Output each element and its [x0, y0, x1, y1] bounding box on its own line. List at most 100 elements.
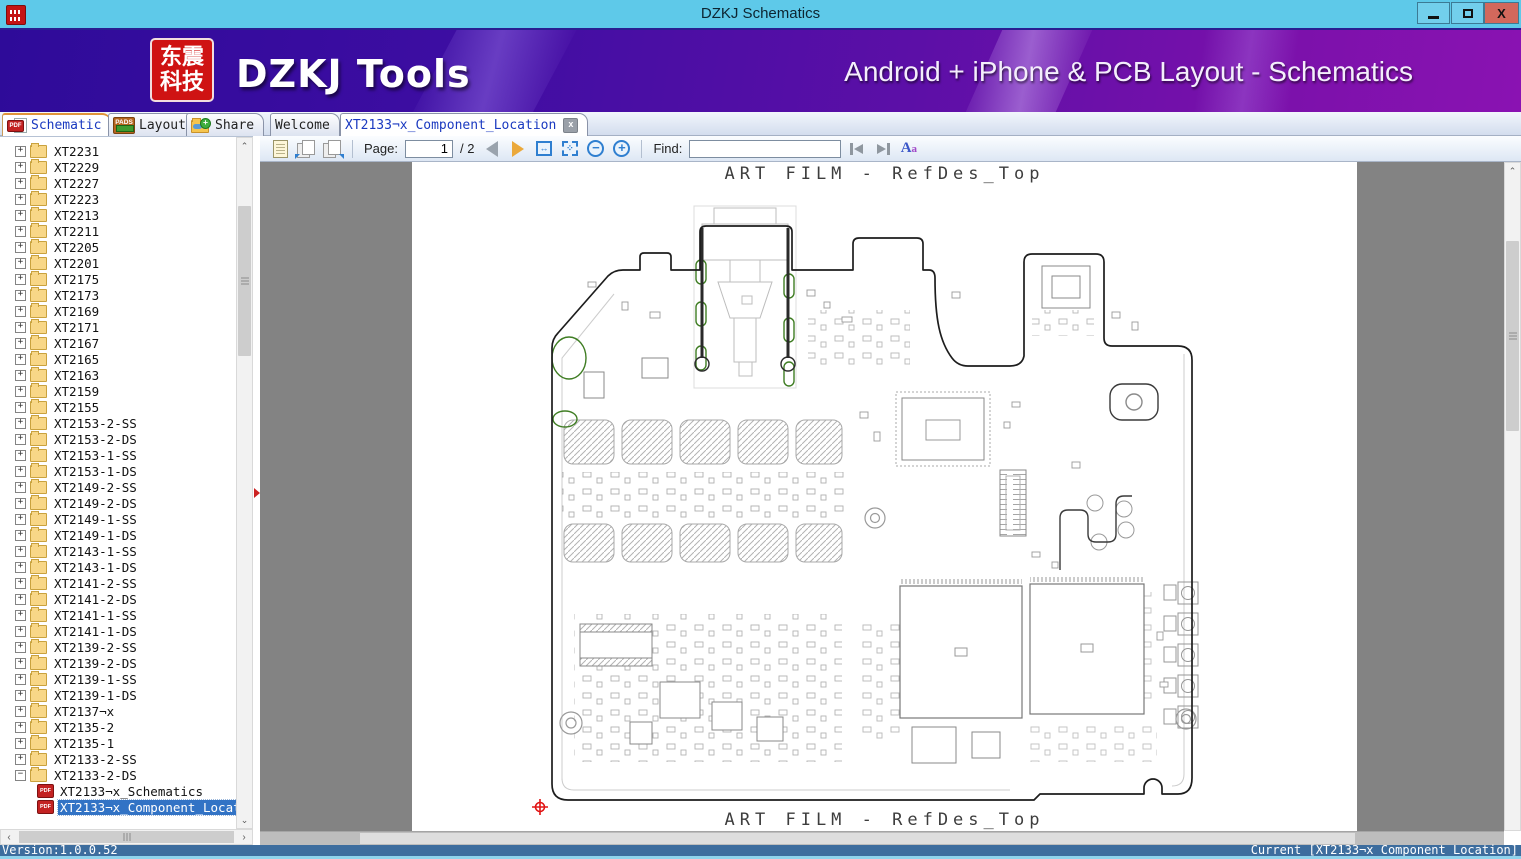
- expand-icon[interactable]: +: [15, 673, 26, 685]
- expand-icon[interactable]: +: [15, 401, 26, 413]
- tree-item-label[interactable]: XT2133¬x_Schematics: [58, 784, 205, 799]
- tree-item-label[interactable]: XT2159: [52, 384, 101, 399]
- tree-item-XT2173[interactable]: + XT2173: [0, 286, 236, 303]
- tree-item-label[interactable]: XT2153-1-DS: [52, 464, 139, 479]
- tree-item-XT2143-1-SS[interactable]: + XT2143-1-SS: [0, 542, 236, 559]
- tree-item-XT2149-2-SS[interactable]: + XT2149-2-SS: [0, 478, 236, 495]
- expand-icon[interactable]: +: [15, 705, 26, 717]
- expand-icon[interactable]: +: [15, 545, 26, 557]
- tree-item-XT2159[interactable]: + XT2159: [0, 382, 236, 399]
- zoom-in-button[interactable]: +: [611, 138, 632, 159]
- expand-icon[interactable]: +: [15, 609, 26, 621]
- tab-layout[interactable]: PADS Layout: [108, 113, 196, 136]
- zoom-out-button[interactable]: −: [585, 138, 606, 159]
- expand-icon[interactable]: +: [15, 593, 26, 605]
- tree-item-XT2135-1[interactable]: + XT2135-1: [0, 734, 236, 751]
- tree-item-label[interactable]: XT2165: [52, 352, 101, 367]
- expand-icon[interactable]: +: [15, 273, 26, 285]
- tree-item-label[interactable]: XT2143-1-DS: [52, 560, 139, 575]
- tree-item-label[interactable]: XT2153-2-SS: [52, 416, 139, 431]
- tree-item-XT2143-1-DS[interactable]: + XT2143-1-DS: [0, 558, 236, 575]
- tree-item-XT2139-2-SS[interactable]: + XT2139-2-SS: [0, 638, 236, 655]
- tree-item-XT2171[interactable]: + XT2171: [0, 318, 236, 335]
- tree-item-label[interactable]: XT2169: [52, 304, 101, 319]
- expand-icon[interactable]: +: [15, 353, 26, 365]
- panel-splitter[interactable]: [253, 136, 260, 845]
- expand-icon[interactable]: +: [15, 449, 26, 461]
- expand-icon[interactable]: +: [15, 657, 26, 669]
- tree-item-XT2229[interactable]: + XT2229: [0, 158, 236, 175]
- tree-item-label[interactable]: XT2153-1-SS: [52, 448, 139, 463]
- tree-item-label[interactable]: XT2167: [52, 336, 101, 351]
- tree-item-label[interactable]: XT2141-1-DS: [52, 624, 139, 639]
- expand-icon[interactable]: +: [15, 497, 26, 509]
- collapse-icon[interactable]: −: [15, 769, 26, 781]
- tree-item-label[interactable]: XT2201: [52, 256, 101, 271]
- expand-icon[interactable]: +: [15, 241, 26, 253]
- expand-icon[interactable]: +: [15, 321, 26, 333]
- fit-width-button[interactable]: ↔: [533, 138, 554, 159]
- find-previous-button[interactable]: [846, 138, 867, 159]
- tree-item-label[interactable]: XT2231: [52, 144, 101, 159]
- tree-item-label[interactable]: XT2173: [52, 288, 101, 303]
- tree-item-XT2141-1-DS[interactable]: + XT2141-1-DS: [0, 622, 236, 639]
- expand-icon[interactable]: +: [15, 737, 26, 749]
- tree-item-XT2223[interactable]: + XT2223: [0, 190, 236, 207]
- doc-hscroll-thumb[interactable]: [359, 833, 1355, 844]
- tree-item-XT2175[interactable]: + XT2175: [0, 270, 236, 287]
- tree-item-XT2153-2-DS[interactable]: + XT2153-2-DS: [0, 430, 236, 447]
- tree-item-label[interactable]: XT2149-2-DS: [52, 496, 139, 511]
- tree-item-label[interactable]: XT2141-2-SS: [52, 576, 139, 591]
- page-number-input[interactable]: [404, 139, 453, 158]
- expand-icon[interactable]: +: [15, 465, 26, 477]
- scroll-down-icon[interactable]: ⌄: [237, 812, 252, 828]
- doc-scroll-thumb[interactable]: [1506, 241, 1519, 431]
- tree-item-label[interactable]: XT2153-2-DS: [52, 432, 139, 447]
- expand-icon[interactable]: +: [15, 177, 26, 189]
- expand-icon[interactable]: +: [15, 385, 26, 397]
- expand-icon[interactable]: +: [15, 337, 26, 349]
- expand-icon[interactable]: +: [15, 257, 26, 269]
- tree-item-XT2153-1-SS[interactable]: + XT2153-1-SS: [0, 446, 236, 463]
- tree-item-XT2169[interactable]: + XT2169: [0, 302, 236, 319]
- expand-icon[interactable]: +: [15, 529, 26, 541]
- expand-icon[interactable]: +: [15, 481, 26, 493]
- tree-item-label[interactable]: XT2211: [52, 224, 101, 239]
- tree-item-label[interactable]: XT2133-2-DS: [52, 768, 139, 783]
- expand-icon[interactable]: +: [15, 721, 26, 733]
- tree-item-label[interactable]: XT2205: [52, 240, 101, 255]
- tree-item-XT2139-1-DS[interactable]: + XT2139-1-DS: [0, 686, 236, 703]
- expand-icon[interactable]: +: [15, 513, 26, 525]
- doc-tab-close-icon[interactable]: x: [563, 117, 579, 133]
- find-input[interactable]: [689, 139, 842, 158]
- tree-hscroll-thumb[interactable]: [19, 831, 234, 843]
- tree-item-XT2211[interactable]: + XT2211: [0, 222, 236, 239]
- tree-item-label[interactable]: XT2139-1-DS: [52, 688, 139, 703]
- tree-item-XT2133¬x_Component_Location[interactable]: PDFXT2133¬x_Component_Location: [0, 798, 236, 816]
- tree-item-label[interactable]: XT2133¬x_Component_Location: [56, 798, 236, 816]
- tree-item-label[interactable]: XT2139-2-DS: [52, 656, 139, 671]
- tree-item-label[interactable]: XT2163: [52, 368, 101, 383]
- match-case-button[interactable]: Aa: [898, 138, 919, 159]
- tree-item-label[interactable]: XT2135-1: [52, 736, 116, 751]
- expand-icon[interactable]: +: [15, 145, 26, 157]
- tree-item-label[interactable]: XT2149-1-SS: [52, 512, 139, 527]
- tree-item-label[interactable]: XT2213: [52, 208, 101, 223]
- fit-page-button[interactable]: ⁘: [559, 138, 580, 159]
- tree-item-label[interactable]: XT2149-1-DS: [52, 528, 139, 543]
- tree-item-XT2155[interactable]: + XT2155: [0, 398, 236, 415]
- tree-item-XT2135-2[interactable]: + XT2135-2: [0, 718, 236, 735]
- tree-item-label[interactable]: XT2171: [52, 320, 101, 335]
- tree-item-XT2227[interactable]: + XT2227: [0, 174, 236, 191]
- tree-item-XT2149-2-DS[interactable]: + XT2149-2-DS: [0, 494, 236, 511]
- scroll-right-icon[interactable]: ›: [236, 830, 252, 844]
- tree-item-XT2149-1-DS[interactable]: + XT2149-1-DS: [0, 526, 236, 543]
- tree-item-label[interactable]: XT2133-2-SS: [52, 752, 139, 767]
- expand-icon[interactable]: +: [15, 289, 26, 301]
- tree-item-XT2133-2-DS[interactable]: − XT2133-2-DS: [0, 766, 236, 783]
- rotate-left-button[interactable]: [295, 138, 317, 159]
- tree-item-XT2213[interactable]: + XT2213: [0, 206, 236, 223]
- tab-share[interactable]: + Share: [186, 113, 265, 136]
- doc-tab-component-location[interactable]: XT2133¬x_Component_Location x: [340, 113, 589, 136]
- tree-item-XT2153-2-SS[interactable]: + XT2153-2-SS: [0, 414, 236, 431]
